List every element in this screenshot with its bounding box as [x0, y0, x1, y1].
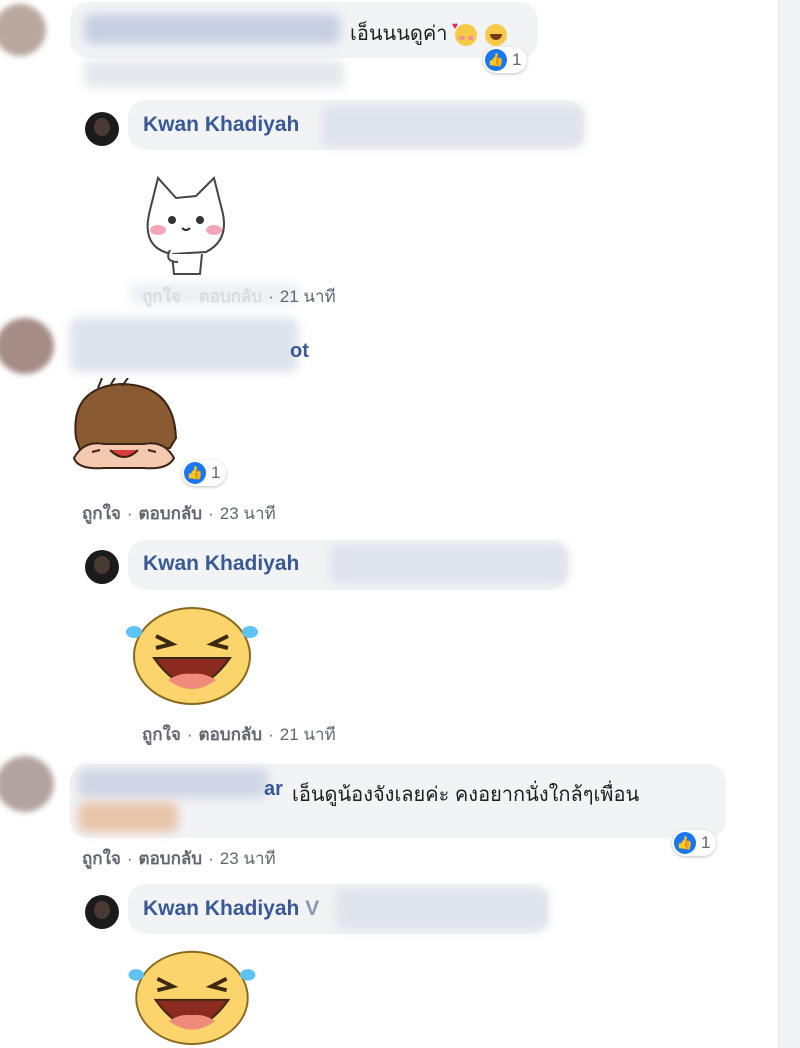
like-link[interactable]: ถูกใจ	[82, 504, 121, 523]
reply-avatar[interactable]	[85, 895, 119, 929]
timestamp[interactable]: 21 นาที	[280, 725, 336, 744]
like-reaction-count[interactable]: 👍 1	[672, 830, 717, 856]
laughing-tears-sticker	[126, 607, 258, 705]
blurred-commenter-name-line2	[84, 60, 344, 88]
blurred-tagged-name	[322, 105, 584, 147]
reaction-count: 1	[211, 463, 221, 482]
comment-text: เอ็นนนดูค่า ♥	[350, 17, 507, 49]
comment-meta: ถูกใจ · ตอบกลับ · 21 นาที	[142, 725, 336, 744]
laughing-tears-sticker	[128, 950, 256, 1046]
white-cat-sticker	[146, 175, 225, 275]
reply-link[interactable]: ตอบกลับ	[199, 287, 263, 306]
reply-author-name[interactable]: Kwan Khadiyah V	[143, 897, 319, 921]
timestamp[interactable]: 23 นาที	[220, 504, 276, 523]
like-reaction-count[interactable]: 👍 1	[182, 460, 227, 486]
commenter-avatar[interactable]	[0, 756, 54, 812]
thumbs-up-icon: 👍	[184, 462, 206, 484]
smiling-face-with-hearts-icon: ♥	[452, 21, 478, 46]
blurred-commenter-name	[78, 768, 268, 798]
reply-author-name[interactable]: Kwan Khadiyah	[143, 113, 299, 137]
tagged-name-initial: V	[305, 897, 320, 920]
blurred-commenter-name	[84, 14, 340, 44]
reply-link[interactable]: ตอบกลับ	[139, 849, 203, 868]
blurred-tagged-name	[336, 888, 548, 930]
reply-link[interactable]: ตอบกลับ	[139, 504, 203, 523]
like-link[interactable]: ถูกใจ	[82, 849, 121, 868]
like-reaction-count[interactable]: 👍 1	[483, 47, 528, 73]
timestamp[interactable]: 21 นาที	[280, 287, 336, 306]
right-edge-scrollbar	[778, 0, 800, 1048]
reply-avatar[interactable]	[85, 550, 119, 584]
reply-link[interactable]: ตอบกลับ	[199, 725, 263, 744]
reply-author-text: Kwan Khadiyah	[143, 897, 300, 920]
reply-avatar[interactable]	[85, 112, 119, 146]
blurred-commenter-name	[70, 318, 298, 372]
timestamp[interactable]: 23 นาที	[220, 849, 276, 868]
reaction-count: 1	[701, 833, 711, 852]
commenter-name-fragment[interactable]: ar	[264, 778, 283, 801]
comment-meta: ถูกใจ · ตอบกลับ · 23 นาที	[82, 504, 276, 523]
comment-text: เอ็นดูน้องจังเลยค่ะ คงอยากนั่งใกล้ๆเพื่อ…	[292, 784, 640, 806]
blurred-commenter-name-line2	[78, 802, 178, 832]
reaction-count: 1	[512, 50, 522, 69]
comment-text-content: เอ็นนนดูค่า	[350, 23, 448, 45]
thumbs-up-icon: 👍	[674, 832, 696, 854]
like-link[interactable]: ถูกใจ	[142, 725, 181, 744]
comment-meta: ถูกใจ · ตอบกลับ · 21 นาที	[142, 287, 336, 306]
crying-girl-sticker	[72, 378, 178, 470]
grinning-squinting-face-icon	[484, 23, 507, 46]
comment-meta: ถูกใจ · ตอบกลับ · 23 นาที	[82, 849, 276, 868]
reply-author-name[interactable]: Kwan Khadiyah	[143, 552, 299, 576]
blurred-tagged-name	[330, 544, 568, 584]
commenter-avatar[interactable]	[0, 4, 46, 56]
commenter-name-fragment[interactable]: ot	[290, 340, 309, 363]
like-link[interactable]: ถูกใจ	[142, 287, 181, 306]
thumbs-up-icon: 👍	[485, 49, 507, 71]
commenter-avatar[interactable]	[0, 318, 54, 374]
